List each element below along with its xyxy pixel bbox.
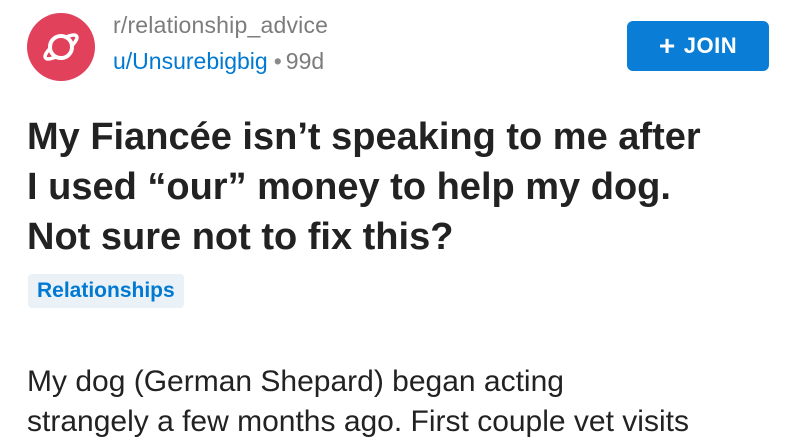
post-body-line: My dog (German Shepard) began acting [27, 365, 564, 398]
post-body: My dog (German Shepard) began acting str… [27, 362, 800, 442]
author-line: u/Unsurebigbig • 99d [113, 44, 328, 78]
plus-icon: + [658, 30, 676, 61]
post-meta: r/relationship_advice u/Unsurebigbig • 99d [113, 8, 328, 78]
post-age: 99d [285, 48, 325, 74]
post-flair[interactable]: Relationships [28, 274, 184, 308]
subreddit-name[interactable]: r/relationship_advice [113, 8, 328, 42]
meta-separator: • [273, 48, 282, 74]
join-button[interactable]: + JOIN [627, 21, 769, 71]
join-label: JOIN [683, 33, 738, 58]
planet-icon [43, 33, 79, 61]
post-title-line: My Fiancée isn’t speaking to me after [27, 116, 701, 158]
post-body-line: strangely a few months ago. First couple… [27, 405, 689, 438]
post-title-line: Not sure not to fix this? [27, 216, 454, 258]
post-title-line: I used “our” money to help my dog. [27, 166, 671, 208]
subreddit-avatar[interactable] [27, 13, 95, 81]
post-title[interactable]: My Fiancée isn’t speaking to me after I … [27, 112, 787, 262]
author-link[interactable]: u/Unsurebigbig [113, 48, 268, 74]
